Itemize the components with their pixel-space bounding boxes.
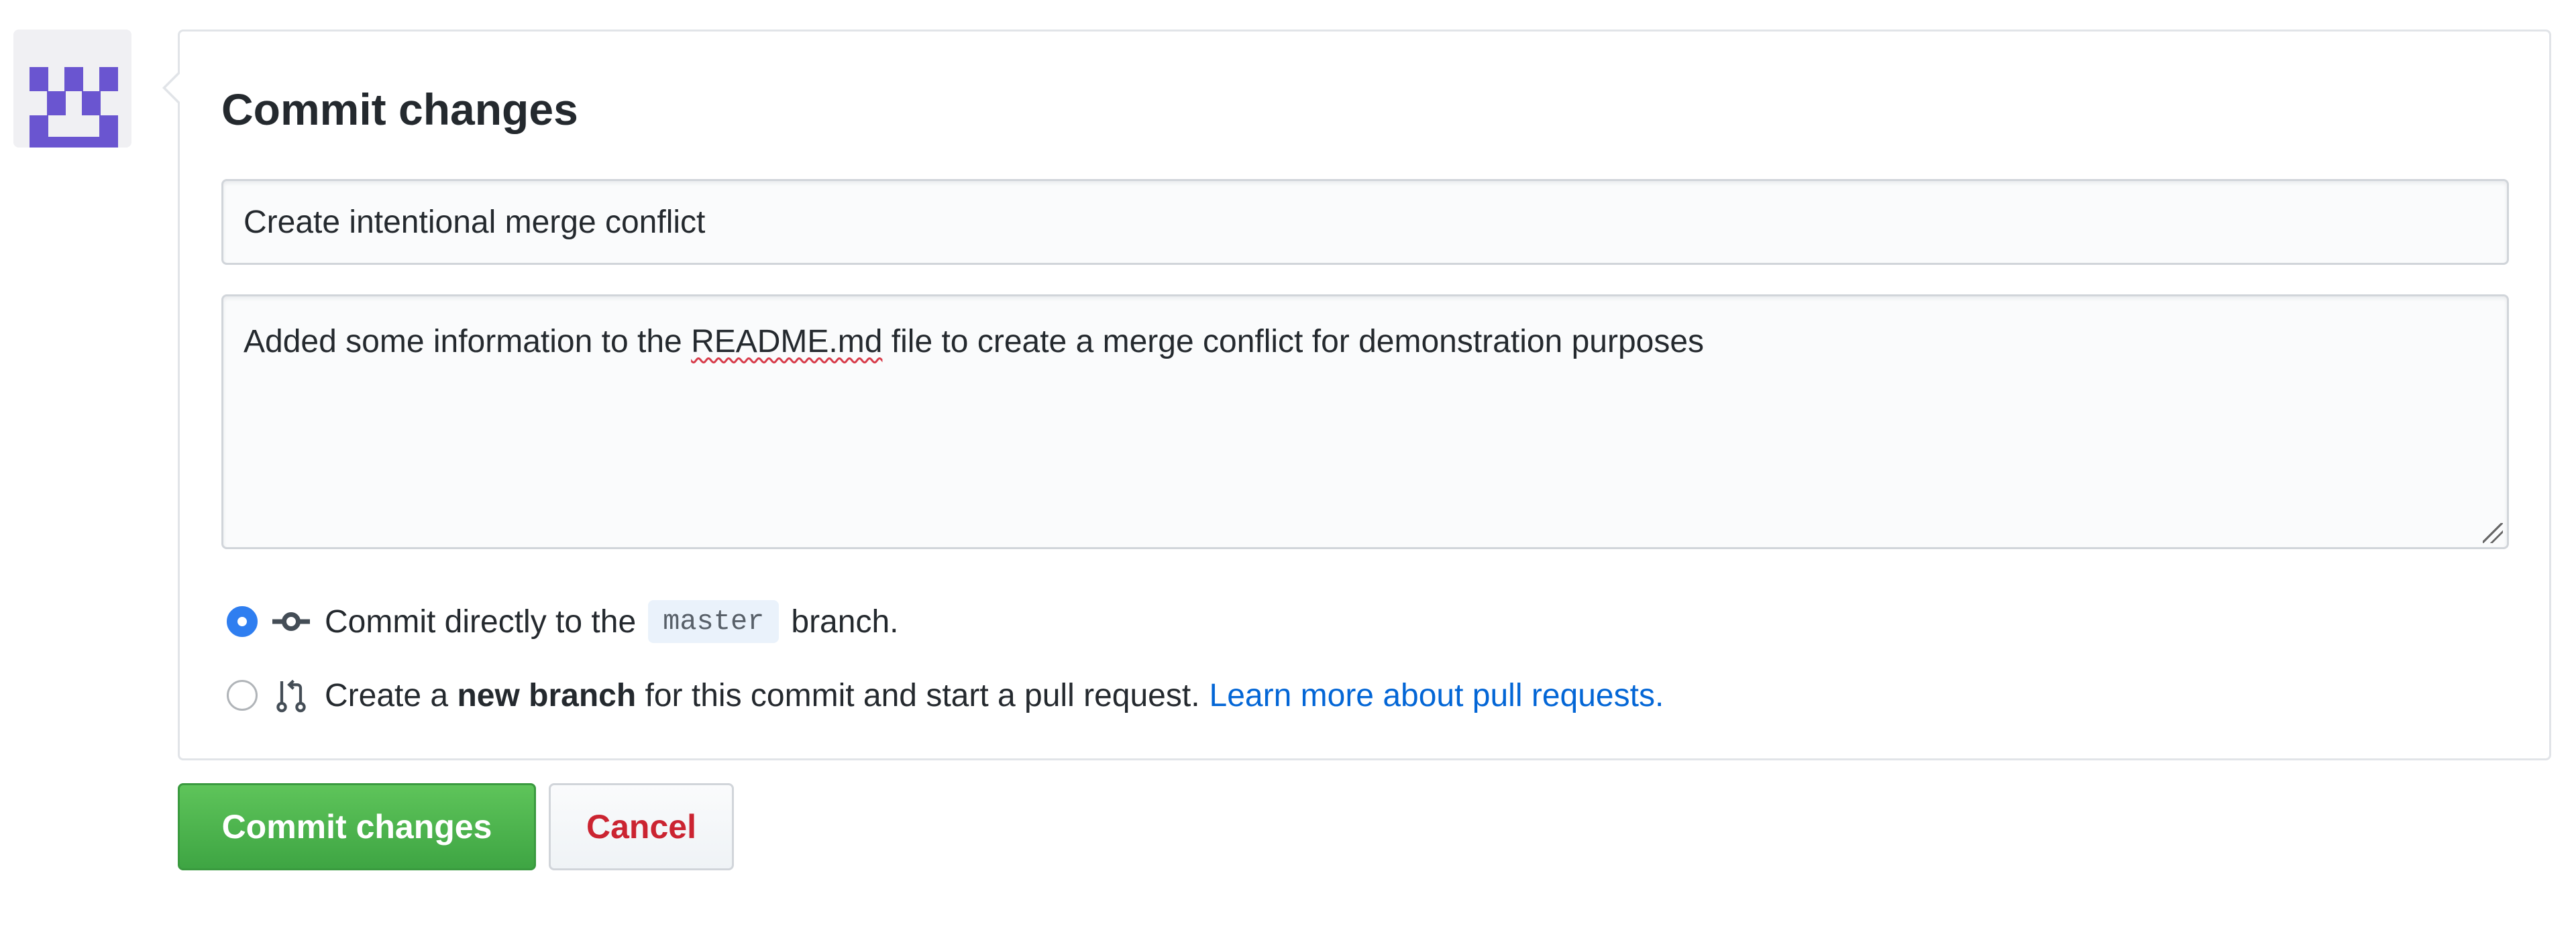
description-text-prefix: Added some information to the [244,324,692,359]
new-branch-bold-text: new branch [457,677,637,713]
commit-direct-text-end: branch. [791,603,899,640]
commit-direct-option[interactable]: Commit directly to the master branch. [227,595,898,648]
commit-summary-input[interactable] [221,179,2509,265]
avatar-pixel [30,137,118,148]
avatar-pixel [82,91,101,115]
git-commit-icon [272,612,310,631]
avatar-pixel [64,67,83,91]
cancel-button[interactable]: Cancel [549,783,734,870]
avatar-pixel [99,115,118,137]
learn-more-pull-requests-link[interactable]: Learn more about pull requests. [1210,677,1664,714]
commit-changes-button[interactable]: Commit changes [178,783,536,870]
spellcheck-flagged-word: README.md [691,324,883,359]
commit-form-title: Commit changes [221,84,578,134]
commit-direct-radio[interactable] [227,606,258,637]
avatar-pixel [99,67,118,91]
description-text-suffix: file to create a merge conflict for demo… [882,324,1705,359]
new-branch-text-end: for this commit and start a pull request… [645,677,1200,713]
textarea-resize-handle[interactable] [2483,523,2503,543]
branch-name-badge: master [648,600,780,643]
new-branch-text-start: Create a [325,677,449,713]
avatar-pixel [30,115,48,137]
new-branch-option[interactable]: Create a new branch for this commit and … [227,669,1664,722]
user-avatar[interactable] [13,30,131,148]
new-branch-radio[interactable] [227,680,258,711]
avatar-pixel [30,67,48,91]
commit-description-textarea[interactable]: Added some information to the README.md … [221,294,2509,549]
commit-direct-text: Commit directly to the [325,603,637,640]
commit-form-card: Commit changes Added some information to… [162,30,2551,760]
git-pull-request-icon [276,679,306,713]
avatar-pixel [47,91,66,115]
